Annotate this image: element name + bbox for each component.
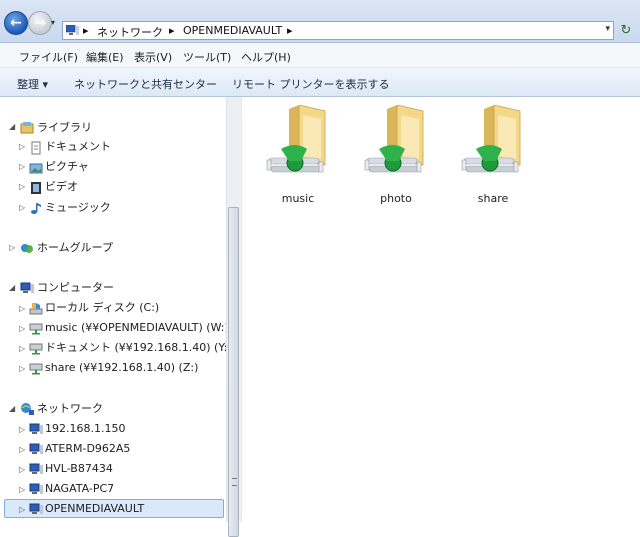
refresh-icon[interactable]: ↻	[617, 22, 635, 39]
network-sharing-center-button[interactable]: ネットワークと共有センター	[74, 76, 217, 92]
collapsed-arrow-icon[interactable]: ▷	[19, 142, 25, 151]
collapsed-arrow-icon[interactable]: ▷	[19, 304, 25, 313]
expanded-arrow-icon[interactable]: ◢	[9, 122, 15, 131]
tree-item-music[interactable]: ミュージック	[45, 199, 111, 217]
menu-edit[interactable]: 編集(E)	[86, 49, 124, 65]
tree-item-pictures[interactable]: ピクチャ	[45, 158, 89, 176]
tree-item-drive-w[interactable]: music (¥¥OPENMEDIAVAULT) (W:)	[45, 319, 226, 337]
computer-icon	[29, 503, 43, 514]
breadcrumb-openmediavault[interactable]: OPENMEDIAVAULT	[183, 24, 282, 37]
forward-arrow-icon: →	[34, 15, 46, 31]
tree-item-homegroup[interactable]: ホームグループ	[37, 239, 113, 257]
collapsed-arrow-icon[interactable]: ▷	[19, 324, 25, 333]
shared-folder-photo[interactable]: photo	[353, 104, 439, 215]
collapsed-arrow-icon[interactable]: ▷	[19, 203, 25, 212]
menu-tools[interactable]: ツール(T)	[183, 49, 231, 65]
computer-icon	[29, 443, 43, 454]
pictures-icon	[29, 163, 43, 174]
tree-item-host-aterm[interactable]: ATERM-D962A5	[45, 440, 130, 458]
breadcrumb-separator-icon[interactable]: ▸	[287, 24, 293, 37]
videos-icon	[31, 182, 41, 194]
expanded-arrow-icon[interactable]: ◢	[9, 283, 15, 292]
folder-label: music	[281, 192, 315, 205]
tree-item-videos[interactable]: ビデオ	[45, 178, 78, 196]
computer-icon	[29, 423, 43, 434]
scrollbar-thumb[interactable]	[228, 207, 239, 537]
shared-folder-icon	[461, 104, 521, 173]
tree-item-host-192-168-1-150[interactable]: 192.168.1.150	[45, 420, 125, 438]
folder-label: share	[477, 192, 509, 205]
local-disk-icon	[29, 303, 43, 315]
address-dropdown-icon[interactable]: ▾	[605, 24, 610, 34]
address-bar[interactable]: ▸ ネットワーク ▸ OPENMEDIAVAULT ▸ ▾	[62, 21, 614, 40]
back-arrow-icon: ←	[10, 15, 22, 31]
shared-folder-share[interactable]: share	[450, 104, 536, 215]
tree-item-host-hvl[interactable]: HVL-B87434	[45, 460, 113, 478]
shared-folder-icon	[364, 104, 424, 173]
menu-help[interactable]: ヘルプ(H)	[241, 49, 291, 65]
breadcrumb-separator-icon[interactable]: ▸	[169, 24, 175, 37]
menu-view[interactable]: 表示(V)	[134, 49, 172, 65]
network-drive-icon	[29, 323, 43, 335]
tree-item-host-openmediavault[interactable]: OPENMEDIAVAULT	[45, 500, 144, 518]
breadcrumb-network[interactable]: ネットワーク	[97, 24, 163, 40]
documents-icon	[31, 141, 41, 155]
navigation-scrollbar[interactable]	[226, 97, 241, 537]
grip-icon	[232, 478, 237, 486]
view-remote-printers-button[interactable]: リモート プリンターを表示する	[232, 76, 390, 92]
music-note-icon	[31, 203, 41, 214]
network-drive-icon	[29, 343, 43, 355]
computer-icon	[66, 25, 79, 35]
shared-folder-music[interactable]: music	[255, 104, 341, 215]
tree-item-computer[interactable]: コンピューター	[37, 279, 114, 297]
forward-button[interactable]: →	[28, 11, 52, 35]
computer-icon	[20, 282, 34, 293]
expanded-arrow-icon[interactable]: ◢	[9, 404, 15, 413]
menu-file[interactable]: ファイル(F)	[19, 49, 78, 65]
computer-icon	[29, 483, 43, 494]
tree-item-local-disk[interactable]: ローカル ディスク (C:)	[45, 299, 159, 317]
collapsed-arrow-icon[interactable]: ▷	[19, 364, 25, 373]
computer-icon	[29, 463, 43, 474]
collapsed-arrow-icon[interactable]: ▷	[19, 162, 25, 171]
address-toolbar: ← → ▾ ▸ ネットワーク ▸ OPENMEDIAVAULT ▸ ▾ ↻	[0, 0, 640, 43]
library-icon	[20, 122, 34, 134]
collapsed-arrow-icon[interactable]: ▷	[19, 182, 25, 191]
collapsed-arrow-icon[interactable]: ▷	[19, 485, 25, 494]
collapsed-arrow-icon[interactable]: ▷	[19, 344, 25, 353]
tree-item-host-nagata[interactable]: NAGATA-PC7	[45, 480, 114, 498]
command-bar: 整理 ▾ ネットワークと共有センター リモート プリンターを表示する	[0, 68, 640, 97]
navigation-pane: ◢ ライブラリ ▷ ドキュメント ▷ ピクチャ ▷ ビデオ ▷ ミュージック ▷…	[0, 97, 226, 522]
tree-item-drive-y[interactable]: ドキュメント (¥¥192.168.1.40) (Y:)	[45, 339, 226, 357]
shared-folder-icon	[266, 104, 326, 173]
collapsed-arrow-icon[interactable]: ▷	[9, 243, 15, 252]
homegroup-icon	[21, 244, 33, 253]
collapsed-arrow-icon[interactable]: ▷	[19, 425, 25, 434]
network-drive-icon	[29, 363, 43, 375]
folder-label: photo	[380, 192, 412, 205]
collapsed-arrow-icon[interactable]: ▷	[19, 445, 25, 454]
collapsed-arrow-icon[interactable]: ▷	[19, 505, 25, 514]
tree-item-documents[interactable]: ドキュメント	[45, 138, 111, 156]
menu-bar: ファイル(F) 編集(E) 表示(V) ツール(T) ヘルプ(H)	[0, 43, 640, 68]
back-button[interactable]: ←	[4, 11, 28, 35]
recent-pages-icon[interactable]: ▾	[51, 18, 55, 27]
tree-item-library[interactable]: ライブラリ	[37, 119, 92, 137]
collapsed-arrow-icon[interactable]: ▷	[19, 465, 25, 474]
file-list-pane: music photo share	[241, 97, 640, 522]
tree-item-drive-z[interactable]: share (¥¥192.168.1.40) (Z:)	[45, 359, 198, 377]
breadcrumb-separator-icon[interactable]: ▸	[83, 24, 89, 37]
network-icon	[21, 403, 34, 415]
organize-button[interactable]: 整理 ▾	[17, 76, 48, 92]
tree-item-network[interactable]: ネットワーク	[37, 400, 103, 418]
